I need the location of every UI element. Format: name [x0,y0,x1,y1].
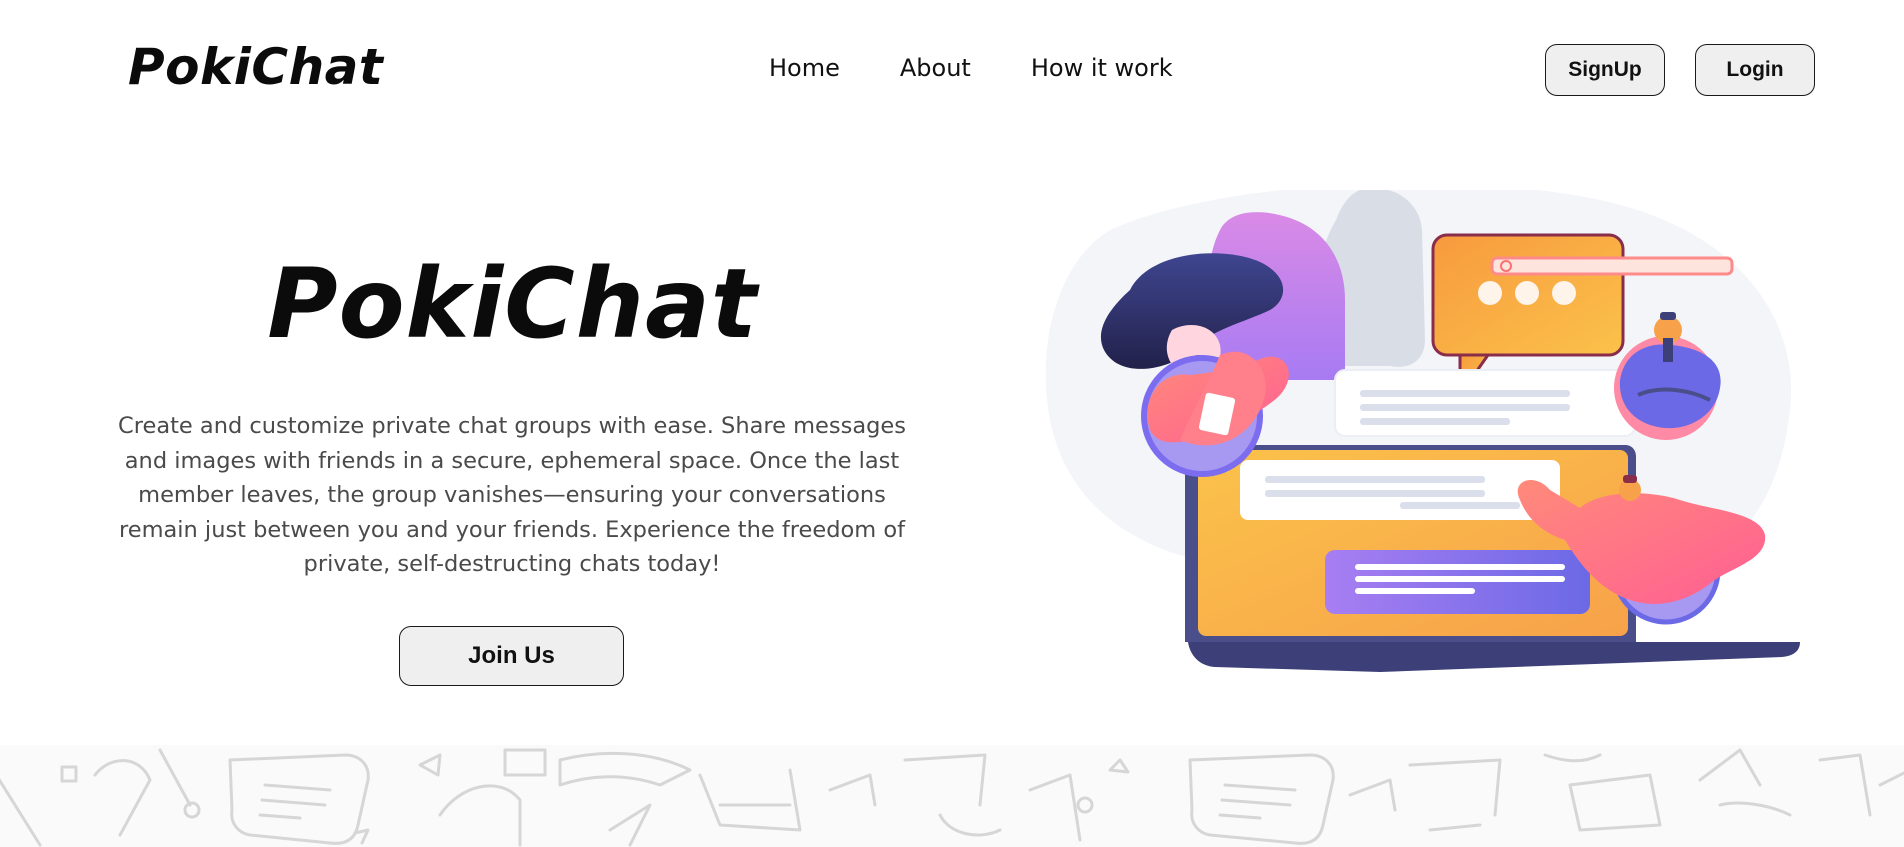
chat-doodle-pattern [0,745,1904,847]
signup-button[interactable]: SignUp [1545,44,1665,96]
top-navbar: PokiChat Home About How it work SignUp L… [0,0,1904,140]
chat-laptop-illustration [1040,183,1810,680]
landing-page: PokiChat Home About How it work SignUp L… [0,0,1904,847]
join-us-button[interactable]: Join Us [399,626,624,686]
nav-link-how-it-work[interactable]: How it work [1031,54,1173,82]
nav-links: Home About How it work [769,54,1233,82]
nav-link-about[interactable]: About [900,54,971,82]
hero-description: Create and customize private chat groups… [118,413,906,577]
hero-title: PokiChat [267,248,758,360]
nav-link-home[interactable]: Home [769,54,840,82]
logo[interactable]: PokiChat [128,38,383,96]
login-button[interactable]: Login [1695,44,1815,96]
